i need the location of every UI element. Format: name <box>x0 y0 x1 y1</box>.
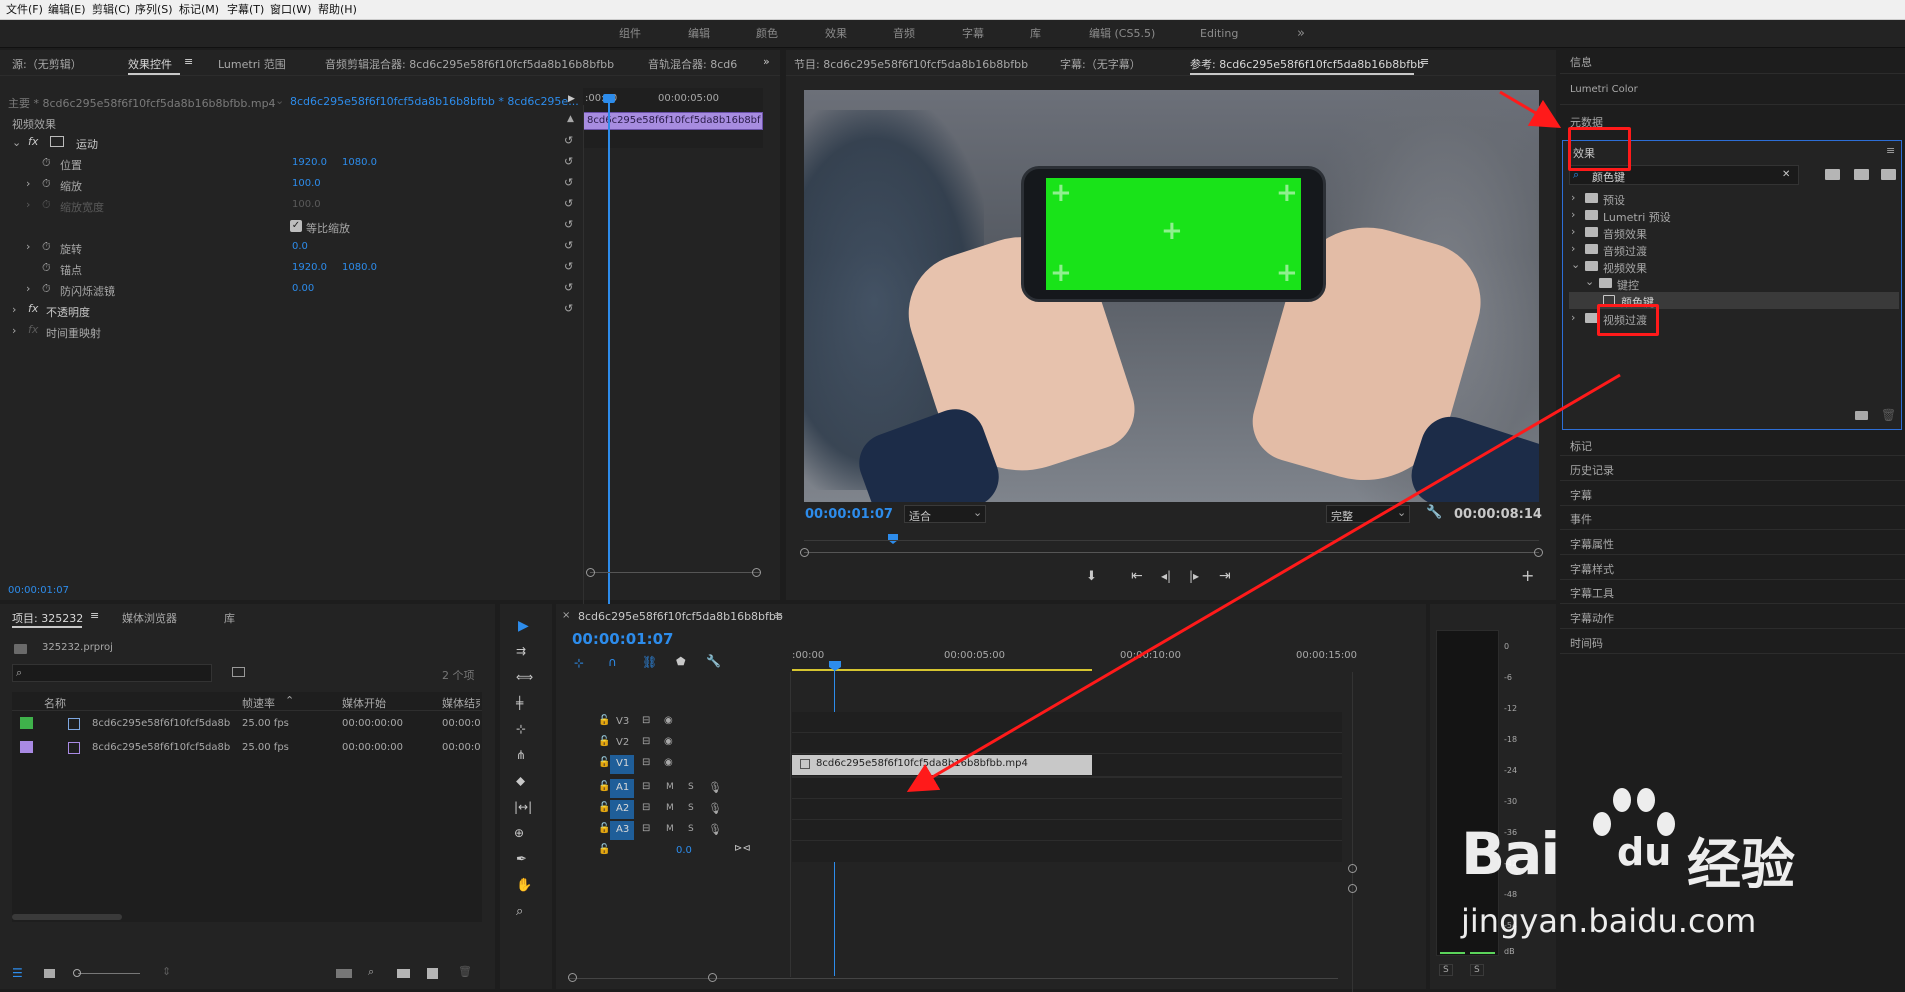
annotation-arrow-to-clip <box>906 373 1621 793</box>
annotation-arrows <box>906 90 1621 793</box>
annotation-arrow-to-effects <box>1499 90 1562 129</box>
